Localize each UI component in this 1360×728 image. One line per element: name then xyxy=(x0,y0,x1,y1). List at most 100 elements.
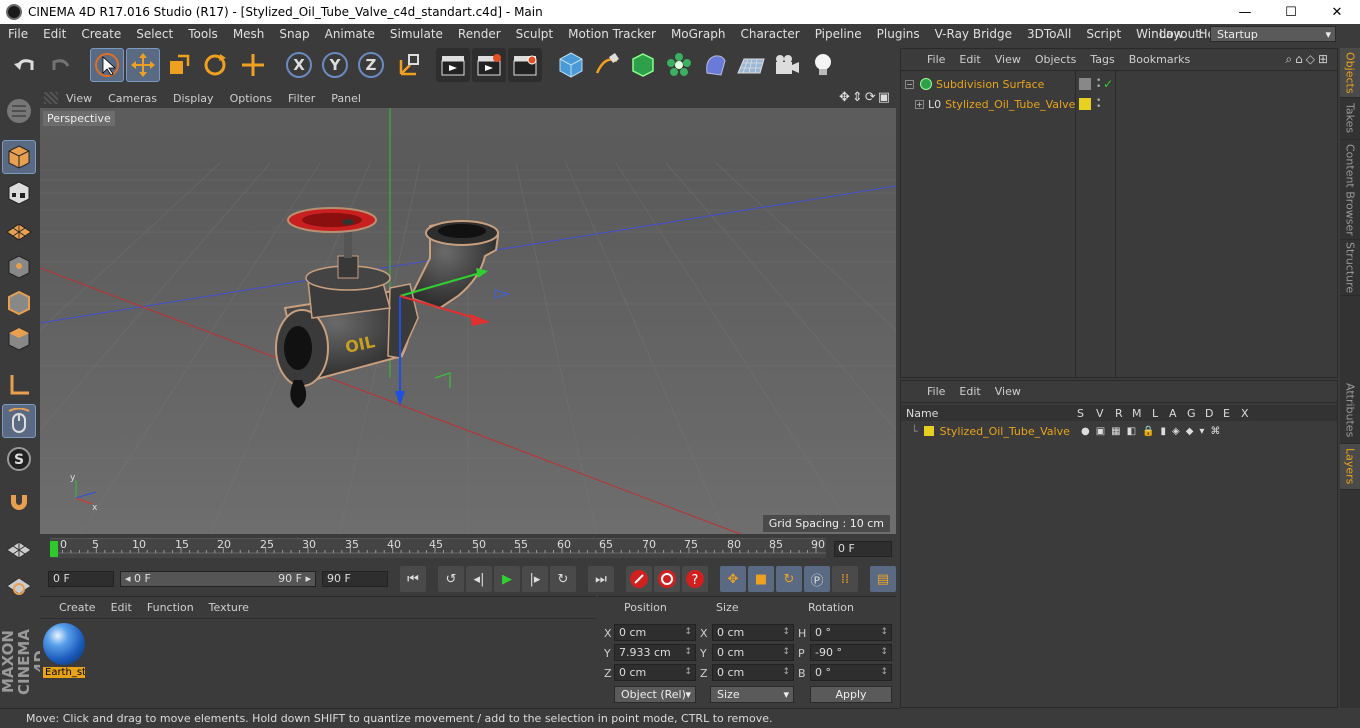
keyframe-selection-button[interactable]: ? xyxy=(682,566,708,592)
key-parameter-button[interactable]: Ⓟ xyxy=(804,566,830,592)
model-mode-button[interactable] xyxy=(2,140,36,174)
workplane-mode-button[interactable] xyxy=(2,212,36,246)
position-y-field[interactable]: 7.933 cm xyxy=(614,644,696,661)
om-menu-tags[interactable]: Tags xyxy=(1084,53,1122,66)
menu-select[interactable]: Select xyxy=(128,27,180,41)
end-frame-field[interactable]: 90 F xyxy=(322,571,388,587)
key-scale-button[interactable]: ■ xyxy=(748,566,774,592)
menu-script[interactable]: Script xyxy=(1078,27,1128,41)
layer-flag-icons[interactable]: ●▣▦◧🔒▮◈◆▾⌘ xyxy=(1081,426,1226,437)
menu-animate[interactable]: Animate xyxy=(317,27,382,41)
layer-color-swatch[interactable] xyxy=(923,426,934,436)
coordinate-system-button[interactable] xyxy=(392,48,426,82)
key-pla-button[interactable]: ⁞⁞ xyxy=(832,566,858,592)
tab-layers[interactable]: Layers xyxy=(1340,444,1360,490)
tab-attributes[interactable]: Attributes xyxy=(1340,378,1360,444)
tweak-mode-button[interactable] xyxy=(2,404,36,438)
om-menu-file[interactable]: File xyxy=(901,53,953,66)
layer-toggle-icon[interactable] xyxy=(1079,78,1091,90)
points-mode-button[interactable] xyxy=(2,250,36,284)
menu-mograph[interactable]: MoGraph xyxy=(663,27,733,41)
undo-button[interactable] xyxy=(8,48,42,82)
menu-vray-bridge[interactable]: V-Ray Bridge xyxy=(927,27,1019,41)
deformer-button[interactable] xyxy=(698,48,732,82)
expand-icon[interactable]: + xyxy=(915,99,924,109)
start-frame-field[interactable]: 0 F xyxy=(48,571,114,587)
apply-button[interactable]: Apply xyxy=(810,686,892,703)
viewport-navigation-icons[interactable]: ✥⇕⟳▣ xyxy=(839,90,892,105)
next-frame-button[interactable]: |▸ xyxy=(522,566,548,592)
tab-takes[interactable]: Takes xyxy=(1340,98,1360,140)
menu-character[interactable]: Character xyxy=(732,27,806,41)
solo-mode-button[interactable]: S xyxy=(2,442,36,476)
key-rotation-button[interactable]: ↻ xyxy=(776,566,802,592)
viewport-menu-cameras[interactable]: Cameras xyxy=(100,92,165,105)
render-view-button[interactable] xyxy=(436,48,470,82)
render-picture-viewer-button[interactable] xyxy=(472,48,506,82)
autokeying-button[interactable] xyxy=(654,566,680,592)
object-row-subdivision-surface[interactable]: − Subdivision Surface • • ✓ xyxy=(901,74,1337,94)
menu-pipeline[interactable]: Pipeline xyxy=(807,27,869,41)
lm-menu-file[interactable]: File xyxy=(901,385,953,398)
menu-snap[interactable]: Snap xyxy=(271,27,316,41)
3d-viewport[interactable]: OIL y x Perspective Grid Spacing : 10 cm xyxy=(40,108,896,534)
cube-object-button[interactable] xyxy=(554,48,588,82)
collapse-icon[interactable]: − xyxy=(905,79,914,89)
z-axis-lock-button[interactable]: Z xyxy=(354,48,388,82)
column-generators[interactable]: G xyxy=(1187,407,1196,420)
render-settings-button[interactable] xyxy=(508,48,542,82)
coordinate-mode-dropdown[interactable]: Object (Rel) ▾ xyxy=(614,686,696,703)
cloner-button[interactable] xyxy=(662,48,696,82)
layer-color-swatch[interactable] xyxy=(1079,98,1091,110)
record-active-objects-button[interactable] xyxy=(626,566,652,592)
column-view[interactable]: V xyxy=(1096,407,1104,420)
column-render[interactable]: R xyxy=(1115,407,1123,420)
viewport-menu-panel[interactable]: Panel xyxy=(323,92,369,105)
rotation-h-field[interactable]: 0 ° xyxy=(810,624,892,641)
position-z-field[interactable]: 0 cm xyxy=(614,664,696,681)
menu-3dtoall[interactable]: 3DToAll xyxy=(1019,27,1078,41)
layer-row[interactable]: └ Stylized_Oil_Tube_Valve ●▣▦◧🔒▮◈◆▾⌘ xyxy=(901,421,1337,441)
viewport-menu-options[interactable]: Options xyxy=(222,92,280,105)
material-menu-function[interactable]: Function xyxy=(139,601,201,614)
menu-sculpt[interactable]: Sculpt xyxy=(508,27,560,41)
column-manager[interactable]: M xyxy=(1132,407,1142,420)
om-toolbar-icons[interactable]: ⌕⌂◇⊞ xyxy=(1285,52,1331,67)
visibility-dots-icon[interactable]: • • xyxy=(1096,97,1101,112)
viewport-menu-filter[interactable]: Filter xyxy=(280,92,323,105)
quantize-button[interactable] xyxy=(2,568,36,602)
redo-button[interactable] xyxy=(44,48,78,82)
rotation-b-field[interactable]: 0 ° xyxy=(810,664,892,681)
menu-edit[interactable]: Edit xyxy=(35,27,73,41)
current-frame-field[interactable]: 0 F xyxy=(834,541,892,557)
recent-tools-button[interactable] xyxy=(236,48,270,82)
menu-render[interactable]: Render xyxy=(450,27,508,41)
go-to-end-button[interactable]: ⏭ xyxy=(588,566,614,592)
material-menu-edit[interactable]: Edit xyxy=(103,601,139,614)
column-xrefs[interactable]: X xyxy=(1241,407,1249,420)
column-name[interactable]: Name xyxy=(906,407,938,420)
column-expressions[interactable]: E xyxy=(1223,407,1230,420)
column-animation[interactable]: A xyxy=(1169,407,1177,420)
close-button[interactable]: ✕ xyxy=(1314,0,1360,24)
lm-menu-view[interactable]: View xyxy=(989,385,1029,398)
visibility-dots-icon[interactable]: • • xyxy=(1096,77,1101,92)
menu-mesh[interactable]: Mesh xyxy=(225,27,272,41)
frame-range-slider[interactable]: ◂ 0 F 90 F ▸ xyxy=(120,571,316,587)
menu-simulate[interactable]: Simulate xyxy=(382,27,450,41)
viewport-menu-view[interactable]: View xyxy=(58,92,100,105)
column-locked[interactable]: L xyxy=(1152,407,1158,420)
previous-key-button[interactable]: ↺ xyxy=(438,566,464,592)
viewport-menu-display[interactable]: Display xyxy=(165,92,222,105)
timeline[interactable]: 0 5 10 15 20 25 30 35 40 45 50 55 60 65 … xyxy=(40,534,896,562)
tab-objects[interactable]: Objects xyxy=(1340,48,1360,98)
menu-plugins[interactable]: Plugins xyxy=(869,27,927,41)
maximize-button[interactable]: ☐ xyxy=(1268,0,1314,24)
previous-frame-button[interactable]: ◂| xyxy=(466,566,492,592)
om-menu-objects[interactable]: Objects xyxy=(1029,53,1085,66)
layout-dropdown[interactable]: Startup ▾ xyxy=(1210,26,1336,42)
object-row-oil-tube-valve[interactable]: + L0 Stylized_Oil_Tube_Valve • • xyxy=(901,94,1337,114)
minimize-button[interactable]: — xyxy=(1222,0,1268,24)
size-x-field[interactable]: 0 cm xyxy=(712,624,794,641)
move-tool-button[interactable] xyxy=(126,48,160,82)
